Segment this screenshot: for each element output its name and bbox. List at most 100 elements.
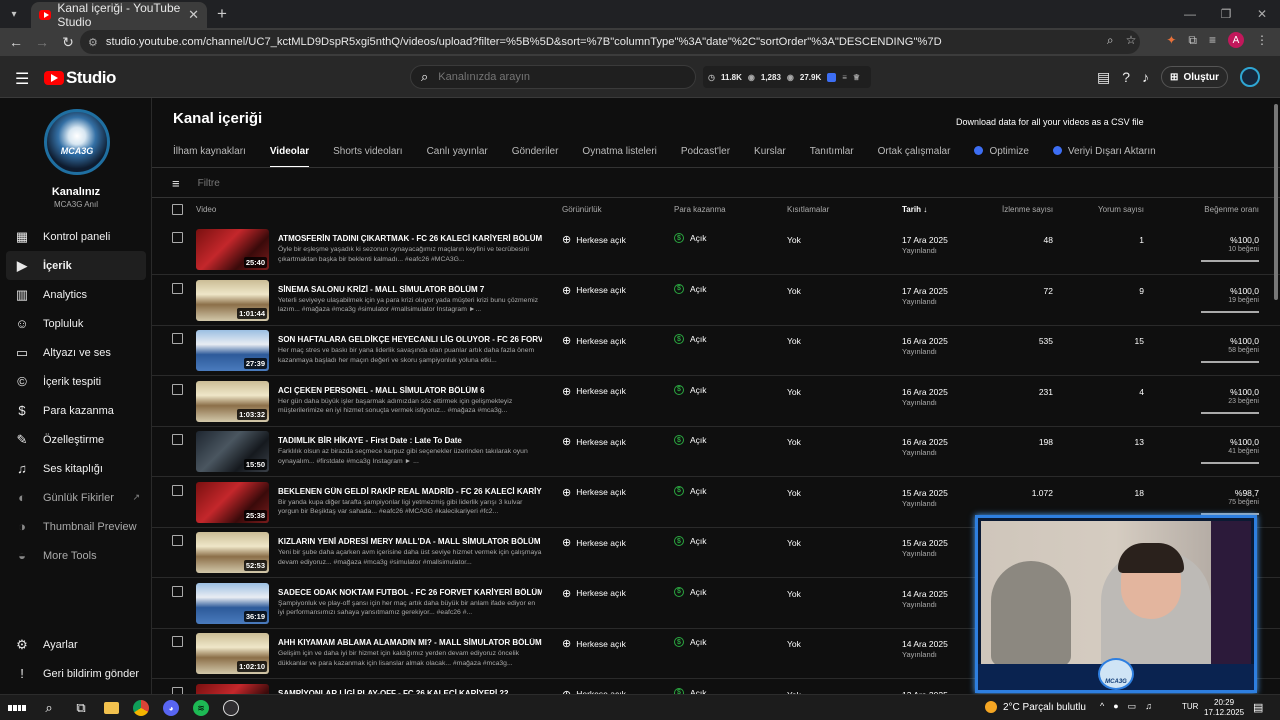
sidebar-item-thumbnail[interactable]: ◑ Thumbnail Preview — [6, 512, 146, 541]
volume-icon[interactable]: ♫ — [1145, 701, 1152, 712]
row-checkbox[interactable] — [172, 434, 183, 445]
task-view-icon[interactable]: ⧉ — [72, 699, 90, 717]
minimize-icon[interactable]: — — [1172, 0, 1208, 28]
channel-avatar[interactable]: MCA3G — [44, 109, 110, 175]
tray-expand-icon[interactable]: ^ — [1100, 701, 1104, 712]
tab-1[interactable]: Videolar — [269, 146, 310, 168]
monetization-cell[interactable]: $ Açık — [674, 384, 707, 395]
video-thumbnail[interactable]: 1:02:10 — [196, 633, 269, 674]
visibility-cell[interactable]: ⊕ Herkese açık — [562, 637, 626, 650]
browser-tab[interactable]: Kanal içeriği - YouTube Studio ✕ — [31, 1, 207, 29]
row-checkbox[interactable] — [172, 535, 183, 546]
tab-10[interactable]: Optimize — [974, 146, 1029, 166]
row-checkbox[interactable] — [172, 333, 183, 344]
sidebar-item-content[interactable]: ▶ İçerik — [6, 251, 146, 280]
visibility-cell[interactable]: ⊕ Herkese açık — [562, 486, 626, 499]
sidebar-item-analytics[interactable]: ▥ Analytics — [6, 280, 146, 309]
tab-11[interactable]: Veriyi Dışarı Aktarın — [1052, 146, 1156, 166]
visibility-cell[interactable]: ⊕ Herkese açık — [562, 435, 626, 448]
row-checkbox[interactable] — [172, 484, 183, 496]
monetization-cell[interactable]: $ Açık — [674, 536, 707, 546]
row-checkbox[interactable] — [172, 232, 183, 243]
col-likes[interactable]: Beğenme oranı — [1202, 205, 1259, 214]
col-monetization[interactable]: Para kazanma — [674, 205, 726, 214]
new-tab-icon[interactable]: + — [217, 4, 227, 24]
video-title[interactable]: AHH KIYAMAM ABLAMA ALAMADIN MI? - MALL S… — [278, 638, 542, 647]
video-thumbnail[interactable]: 15:50 — [196, 431, 269, 472]
col-date[interactable]: Tarih ↓ — [902, 205, 927, 214]
sidebar-item-feedback[interactable]: ! Geri bildirim gönder — [6, 659, 146, 688]
account-avatar[interactable] — [1240, 67, 1260, 87]
video-thumbnail[interactable]: 25:38 — [196, 481, 269, 523]
col-comments[interactable]: Yorum sayısı — [1092, 205, 1144, 214]
col-visibility[interactable]: Görünürlük — [562, 205, 602, 214]
extensions-puzzle-icon[interactable]: ⧉ — [1188, 33, 1197, 48]
video-thumbnail[interactable]: 25:40 — [196, 229, 269, 270]
row-checkbox[interactable] — [172, 282, 183, 294]
search-input[interactable] — [438, 71, 659, 83]
trophy-icon[interactable]: ♕ — [853, 73, 860, 82]
visibility-cell[interactable]: ⊕ Herkese açık — [562, 284, 626, 297]
monetization-cell[interactable]: $ Açık — [674, 485, 707, 496]
studio-logo[interactable]: Studio — [44, 68, 116, 88]
monetization-cell[interactable]: $ Açık — [674, 334, 707, 344]
start-icon[interactable] — [8, 699, 26, 717]
video-title[interactable]: SON HAFTALARA GELDİKÇE HEYECANLI LİG OLU… — [278, 335, 542, 344]
sidebar-item-customize[interactable]: ✎ Özelleştirme — [6, 425, 146, 454]
close-window-icon[interactable]: ✕ — [1244, 0, 1280, 28]
notifications-icon[interactable]: ♪ — [1142, 69, 1149, 85]
video-thumbnail[interactable]: 36:19 — [196, 582, 269, 624]
network-icon[interactable]: ▭ — [1128, 701, 1137, 712]
address-bar[interactable]: ⚙ studio.youtube.com/channel/UC7_kctMLD9… — [80, 30, 1140, 54]
col-restrictions[interactable]: Kısıtlamalar — [787, 205, 829, 214]
sidebar-item-ideas[interactable]: ◐ Günlük Fikirler ↗ — [6, 483, 146, 512]
sidebar-item-dashboard[interactable]: ▦ Kontrol paneli — [6, 222, 146, 251]
notification-center-icon[interactable]: ▤ — [1253, 701, 1263, 714]
row-checkbox[interactable] — [172, 383, 183, 395]
col-views[interactable]: İzlenme sayısı — [1002, 205, 1053, 214]
media-icon[interactable]: ≡ — [1209, 33, 1216, 47]
site-info-icon[interactable]: ⚙ — [88, 36, 98, 49]
channel-stats-widget[interactable]: ◷ 11.8K ◉ 1,283 ◉ 27.9K ≡ ♕ — [703, 66, 871, 88]
discord-icon[interactable]: ◕ — [163, 700, 179, 716]
reload-icon[interactable]: ↻ — [58, 34, 78, 51]
sidebar-item-subtitles[interactable]: ▭ Altyazı ve ses — [6, 338, 146, 367]
row-checkbox[interactable] — [172, 686, 183, 694]
language-indicator[interactable]: TUR — [1182, 702, 1198, 711]
scrollbar[interactable] — [1274, 104, 1278, 300]
help-icon[interactable]: ? — [1122, 69, 1130, 85]
table-row[interactable]: 27:39 SON HAFTALARA GELDİKÇE HEYECANLI Lİ… — [152, 326, 1280, 376]
channel-search[interactable]: ⌕ — [410, 65, 696, 89]
file-explorer-icon[interactable] — [104, 702, 119, 714]
weather-widget[interactable]: 2°C Parçalı bulutlu — [985, 701, 1086, 713]
menu-icon[interactable]: ☰ — [15, 69, 29, 89]
video-title[interactable]: ACI ÇEKEN PERSONEL - MALL SİMULATOR BÖLÜ… — [278, 386, 542, 395]
mic-icon[interactable]: ● — [1113, 701, 1118, 712]
sidebar-item-copyright[interactable]: © İçerik tespiti — [6, 367, 146, 396]
filter-icon[interactable]: ≡ — [172, 176, 180, 191]
extension-icon[interactable]: ✦ — [1166, 33, 1176, 47]
video-title[interactable]: KIZLARIN YENİ ADRESİ MERY MALL'DA - MALL… — [278, 537, 542, 546]
chrome-icon[interactable] — [133, 700, 149, 716]
video-thumbnail[interactable]: 1:01:44 — [196, 279, 269, 321]
tab-5[interactable]: Oynatma listeleri — [582, 146, 656, 166]
monetization-cell[interactable]: $ Açık — [674, 586, 707, 597]
visibility-cell[interactable]: ⊕ Herkese açık — [562, 233, 626, 246]
bookmark-star-icon[interactable]: ☆ — [1126, 33, 1137, 47]
select-all-checkbox[interactable] — [172, 204, 183, 215]
sidebar-item-tools[interactable]: ◒ More Tools — [6, 541, 146, 570]
sidebar-item-audio-library[interactable]: ♫ Ses kitaplığı — [6, 454, 146, 483]
sidebar-item-dollar[interactable]: $ Para kazanma — [6, 396, 146, 425]
video-thumbnail[interactable] — [196, 683, 269, 694]
monetization-cell[interactable]: $ Açık — [674, 283, 707, 294]
browser-menu-icon[interactable]: ⋮ — [1256, 33, 1268, 47]
obs-icon[interactable] — [223, 700, 239, 716]
row-checkbox[interactable] — [172, 636, 183, 647]
tab-2[interactable]: Shorts videoları — [333, 146, 402, 166]
monetization-cell[interactable]: $ Açık — [674, 233, 707, 243]
restore-icon[interactable]: ❐ — [1208, 0, 1244, 28]
monetization-cell[interactable]: $ Açık — [674, 637, 707, 647]
video-title[interactable]: TADIMLIK BİR HİKAYE - First Date : Late … — [278, 436, 542, 445]
filter-placeholder[interactable]: Filtre — [198, 178, 220, 189]
table-row[interactable]: 25:40 ATMOSFERİN TADINI ÇIKARTMAK - FC 26… — [152, 225, 1280, 275]
